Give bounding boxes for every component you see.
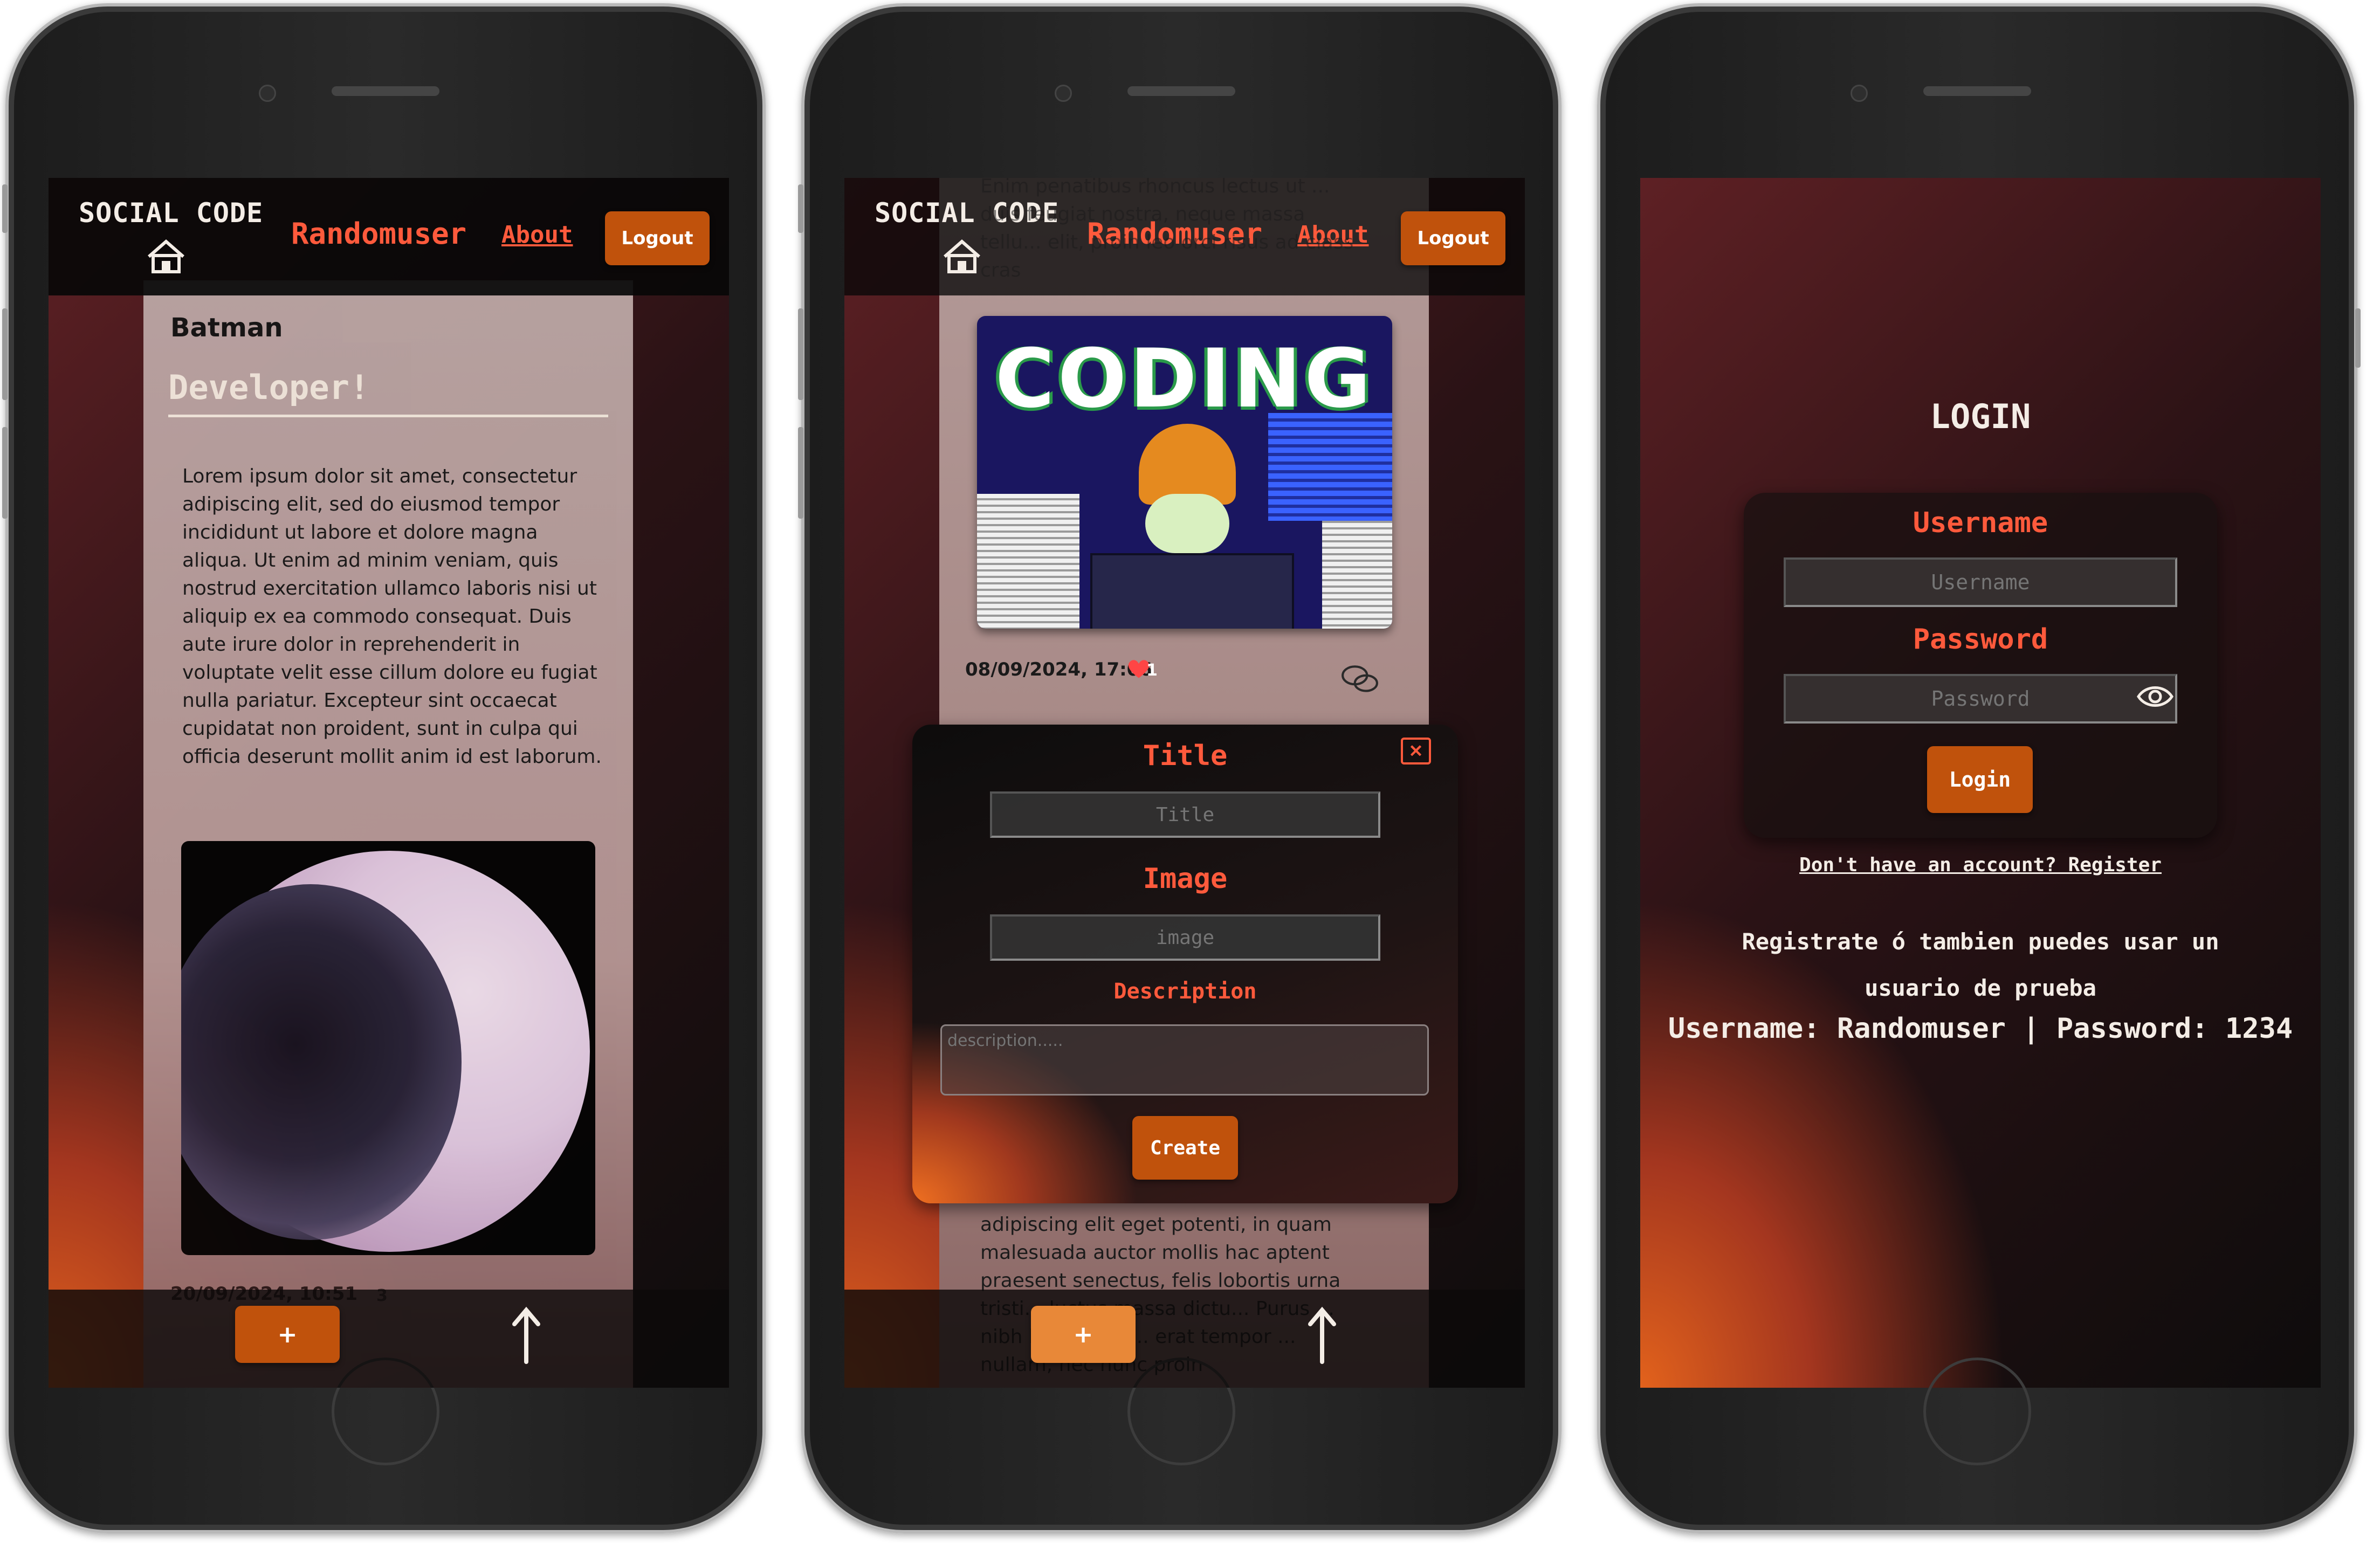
password-input[interactable] (1784, 674, 2177, 724)
navbar: Enim penatibus rhoncus lectus ut ... dui… (844, 178, 1525, 295)
post-author: Batman (170, 313, 283, 343)
create-post-modal: ✕ Title Image Description Create (912, 725, 1458, 1203)
window-blinds (1268, 413, 1392, 521)
nav-username[interactable]: Randomuser (291, 217, 466, 251)
demo-user-note: Registrate ó tambien puedes usar un usua… (1742, 928, 2219, 1001)
earpiece-speaker (332, 86, 439, 96)
side-button (798, 184, 803, 233)
post-date: 08/09/2024, 17:06 (965, 659, 1153, 680)
side-button (2, 308, 8, 400)
side-button (2355, 308, 2361, 368)
phone-frame-login: LOGIN Username Password Login Don't have… (1597, 3, 2361, 1533)
arrow-up-icon[interactable] (1306, 1306, 1338, 1365)
post-title: Developer! (168, 368, 608, 417)
add-post-button[interactable]: + (235, 1306, 340, 1363)
username-label: Username (1913, 507, 2048, 539)
side-button (798, 308, 803, 400)
password-label: Password (1913, 623, 2048, 656)
add-post-button[interactable]: + (1031, 1306, 1136, 1363)
register-link[interactable]: Don't have an account? Register (1640, 854, 2321, 876)
image-label: Image (1143, 863, 1228, 895)
front-camera (259, 85, 276, 102)
post-card: Batman Developer! Lorem ipsum dolor sit … (143, 280, 633, 1388)
login-form-card: Username Password Login (1744, 493, 2217, 838)
demo-credentials: Username: Randomuser | Password: 1234 (1668, 1012, 2293, 1045)
penguin-hat (1139, 424, 1236, 505)
create-post-button[interactable]: Create (1132, 1116, 1238, 1180)
username-input[interactable] (1784, 557, 2177, 607)
navbar: SOCIAL CODE Randomuser About Logout (49, 178, 729, 295)
home-button (1923, 1358, 2031, 1465)
post-image-coding: CODING (977, 316, 1392, 629)
description-label: Description (1113, 979, 1257, 1004)
title-input[interactable] (990, 791, 1380, 838)
laptop (1090, 553, 1294, 629)
paper-stack-right (1322, 510, 1392, 629)
nav-about-link[interactable]: About (501, 221, 573, 249)
side-button (2, 184, 8, 233)
post-body: Lorem ipsum dolor sit amet, consectetur … (182, 465, 602, 768)
login-title: LOGIN (1930, 397, 2031, 436)
earpiece-speaker (1923, 86, 2031, 96)
house-icon (944, 239, 980, 273)
front-camera (1055, 85, 1072, 102)
phone-frame-feed: Batman Developer! Lorem ipsum dolor sit … (2, 3, 766, 1533)
title-label: Title (1143, 740, 1228, 772)
bottom-toolbar: + (49, 1290, 729, 1388)
earpiece-speaker (1127, 86, 1235, 96)
brand-name[interactable]: SOCIAL CODE (79, 197, 263, 229)
logout-button[interactable]: Logout (605, 211, 710, 265)
side-button (2, 427, 8, 519)
create-post-screen: CODING 08/09/2024, 17:06 1 adipiscing el… (844, 178, 1525, 1388)
comments-icon[interactable] (1340, 664, 1379, 695)
bottom-toolbar: + (844, 1290, 1525, 1388)
front-camera (1851, 85, 1868, 102)
side-button (798, 427, 803, 519)
logout-button[interactable]: Logout (1401, 211, 1505, 265)
image-input[interactable] (990, 914, 1380, 961)
feed-screen: Batman Developer! Lorem ipsum dolor sit … (49, 178, 729, 1388)
login-button[interactable]: Login (1927, 746, 2033, 813)
paper-stack-left (977, 494, 1079, 629)
phone-frame-create: CODING 08/09/2024, 17:06 1 adipiscing el… (798, 3, 1562, 1533)
penguin-face (1145, 494, 1229, 553)
login-screen: LOGIN Username Password Login Don't have… (1640, 178, 2321, 1388)
arrow-up-icon[interactable] (510, 1306, 542, 1365)
house-icon (148, 239, 184, 273)
post-likes-count: 1 (1146, 661, 1158, 680)
description-textarea[interactable] (940, 1024, 1429, 1096)
eye-icon[interactable] (2136, 683, 2174, 711)
post-body-behind-nav: Enim penatibus rhoncus lectus ut ... dui… (980, 178, 1354, 281)
post-image (181, 841, 595, 1255)
coding-image-text: CODING (995, 332, 1374, 426)
